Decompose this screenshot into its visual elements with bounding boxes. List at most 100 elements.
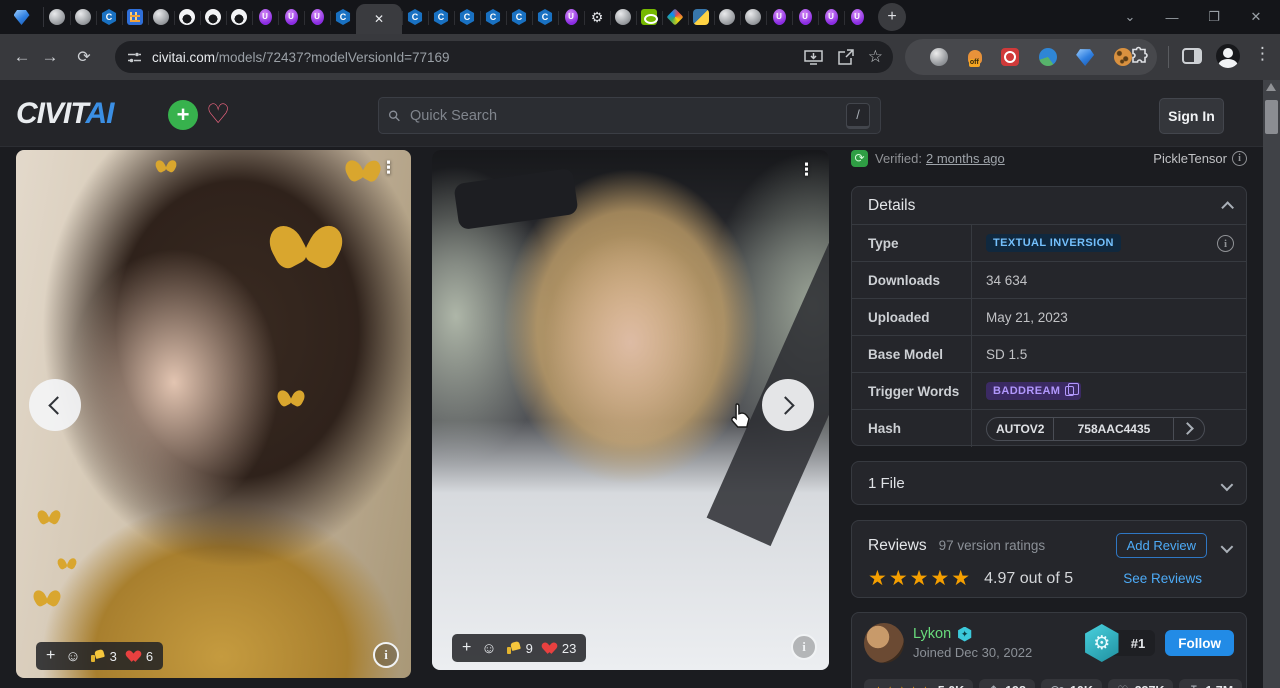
creator-stat-upload[interactable]: ↥198	[979, 679, 1035, 688]
tab-globe[interactable]	[714, 3, 740, 31]
close-tab-icon[interactable]: ✕	[374, 13, 384, 25]
reviews-chevron-icon[interactable]	[1221, 541, 1234, 554]
tabsearch-chevron-icon[interactable]: ⌄	[1122, 9, 1138, 25]
bookmark-star-icon[interactable]: ☆	[868, 47, 883, 67]
off-extension-icon[interactable]	[968, 50, 982, 64]
tab-grid[interactable]	[122, 3, 148, 31]
files-panel[interactable]: 1 File	[851, 461, 1247, 505]
smiley-reaction-icon[interactable]: ☺	[481, 640, 496, 657]
page-scrollbar[interactable]	[1263, 80, 1280, 688]
tab-civitai[interactable]	[96, 3, 122, 31]
image-menu-icon[interactable]: ⋮	[798, 160, 815, 180]
civitai-logo[interactable]: CIVITAI	[16, 97, 113, 131]
see-reviews-link[interactable]: See Reviews	[1123, 571, 1202, 586]
hash-pill[interactable]: AUTOV2 758AAC4435	[986, 417, 1205, 441]
tab-ultra[interactable]	[558, 3, 584, 31]
tab-github[interactable]	[226, 3, 252, 31]
minimize-button[interactable]: —	[1164, 10, 1180, 25]
add-reaction-icon[interactable]: +	[46, 647, 55, 665]
tab-github[interactable]	[174, 3, 200, 31]
reload-button[interactable]: ⟳	[70, 47, 98, 67]
tab-nvidia[interactable]	[636, 3, 662, 31]
scroll-up-arrow[interactable]	[1266, 83, 1276, 91]
copy-icon[interactable]	[1065, 386, 1074, 396]
tab-ultra[interactable]	[304, 3, 330, 31]
back-button[interactable]: ←	[8, 47, 36, 67]
thumbs-up-icon[interactable]	[91, 650, 104, 662]
hash-expand-button[interactable]	[1173, 418, 1204, 440]
profile-avatar-icon[interactable]	[1216, 44, 1240, 68]
tab-diamond[interactable]	[662, 3, 688, 31]
hash-value-segment[interactable]: 758AAC4435	[1053, 418, 1173, 440]
tab-ultra[interactable]	[844, 3, 870, 31]
image-menu-icon[interactable]: ⋮	[380, 158, 397, 178]
trigger-word-badge[interactable]: BADDREAM	[986, 382, 1081, 400]
tab-globe[interactable]	[44, 3, 70, 31]
tab-civitai[interactable]	[532, 3, 558, 31]
tab-globe[interactable]	[610, 3, 636, 31]
close-window-button[interactable]: ✕	[1248, 9, 1264, 25]
red-extension-icon[interactable]	[1001, 48, 1019, 66]
image-info-icon[interactable]: i	[373, 642, 399, 668]
type-badge[interactable]: TEXTUAL INVERSION	[986, 234, 1121, 252]
scrollbar-thumb[interactable]	[1265, 100, 1278, 134]
maximize-button[interactable]: ❐	[1206, 9, 1222, 25]
image-info-icon[interactable]: i	[791, 634, 817, 660]
tab-ultra[interactable]	[766, 3, 792, 31]
tab-ultra[interactable]	[792, 3, 818, 31]
sign-in-button[interactable]: Sign In	[1159, 98, 1224, 134]
side-panel-icon[interactable]	[1182, 48, 1202, 64]
world-extension-icon[interactable]	[1039, 48, 1057, 66]
follow-button[interactable]: Follow	[1165, 630, 1234, 656]
save-page-icon[interactable]	[804, 49, 823, 66]
creator-stat-stars[interactable]: ★★★★★5.0K	[864, 679, 973, 688]
verified-time-link[interactable]: 2 months ago	[926, 151, 1005, 166]
creator-name-link[interactable]: Lykon	[913, 626, 951, 642]
type-info-icon[interactable]: i	[1217, 235, 1234, 252]
carousel-next-button[interactable]	[762, 379, 814, 431]
new-tab-button[interactable]: +	[878, 3, 906, 31]
reaction-pill[interactable]: + ☺ 3 6	[36, 642, 163, 670]
globe-extension-icon[interactable]	[930, 48, 948, 66]
share-icon[interactable]	[837, 49, 854, 66]
creator-stat-heart[interactable]: ♡237K	[1108, 679, 1174, 688]
collapse-chevron-icon[interactable]	[1221, 201, 1234, 214]
tab-python[interactable]	[688, 3, 714, 31]
thumbs-up-icon[interactable]	[507, 642, 520, 654]
creator-avatar[interactable]	[864, 623, 904, 663]
gem-extension-icon[interactable]	[1076, 48, 1094, 66]
creator-stat-download[interactable]: ↧1.7M	[1179, 679, 1242, 688]
quick-search-input[interactable]: ⚲ Quick Search /	[378, 97, 881, 134]
site-info-icon[interactable]	[127, 50, 142, 65]
extensions-puzzle-icon[interactable]	[1128, 46, 1148, 66]
format-info-icon[interactable]: i	[1232, 151, 1247, 166]
tab-civitai[interactable]	[428, 3, 454, 31]
tab-ultra[interactable]	[818, 3, 844, 31]
add-reaction-icon[interactable]: +	[462, 639, 471, 657]
tab-github[interactable]	[200, 3, 226, 31]
tab-civitai[interactable]	[480, 3, 506, 31]
browser-menu-icon[interactable]: ⋮	[1254, 44, 1271, 64]
tab-gear[interactable]	[584, 3, 610, 31]
details-header[interactable]: Details	[852, 187, 1246, 224]
url-text[interactable]: civitai.com/models/72437?modelVersionId=…	[152, 50, 450, 65]
forward-button[interactable]: →	[36, 47, 64, 67]
carousel-prev-button[interactable]	[29, 379, 81, 431]
active-tab[interactable]: ✕	[356, 4, 402, 34]
tab-ultra[interactable]	[252, 3, 278, 31]
heart-reaction-icon[interactable]	[127, 650, 140, 662]
tab-ultra[interactable]	[278, 3, 304, 31]
expand-chevron-icon[interactable]	[1221, 478, 1234, 491]
tab-civitai[interactable]	[454, 3, 480, 31]
tab-civitai[interactable]	[330, 3, 356, 31]
address-bar[interactable]: civitai.com/models/72437?modelVersionId=…	[115, 41, 893, 73]
support-heart-icon[interactable]: ♡	[206, 99, 230, 130]
tab-globe[interactable]	[70, 3, 96, 31]
creator-stat-users[interactable]: 10K	[1041, 679, 1102, 688]
tab-civitai[interactable]	[506, 3, 532, 31]
heart-reaction-icon[interactable]	[543, 642, 556, 654]
smiley-reaction-icon[interactable]: ☺	[65, 648, 80, 665]
tab-globe[interactable]	[148, 3, 174, 31]
create-plus-button[interactable]: +	[168, 100, 198, 130]
add-review-button[interactable]: Add Review	[1116, 533, 1207, 558]
